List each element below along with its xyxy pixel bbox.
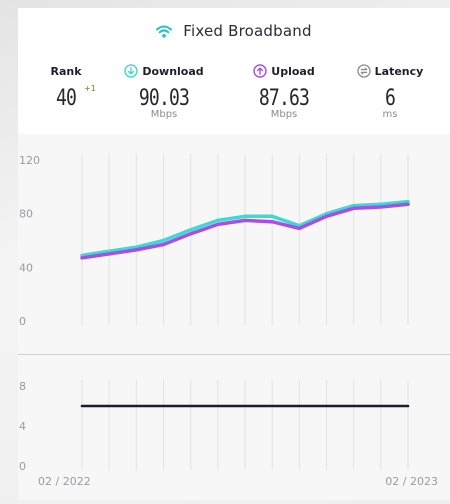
speed-chart-grid — [81, 154, 409, 325]
y-tick-label: 80 — [19, 208, 33, 221]
y-tick-label: 120 — [19, 154, 40, 167]
y-tick-label: 4 — [19, 420, 26, 433]
latency-chart-grid — [81, 380, 409, 470]
fixed-broadband-widget: Fixed Broadband Rank 40 +1 Download 90.0… — [18, 8, 450, 500]
y-tick-label: 0 — [19, 460, 26, 473]
chart-divider — [18, 354, 450, 355]
x-axis-labels: 02 / 2022 02 / 2023 — [38, 475, 438, 488]
x-tick-label: 02 / 2022 — [38, 475, 91, 488]
y-tick-label: 8 — [19, 380, 26, 393]
speed-charts: 12080400 840 02 / 2022 02 / 2023 — [19, 154, 438, 488]
x-tick-label: 02 / 2023 — [385, 475, 438, 488]
latency-chart-y-axis: 8 4 0 — [19, 380, 26, 473]
y-tick-label: 0 — [19, 315, 26, 328]
y-tick-label: 40 — [19, 261, 33, 274]
speed-chart-y-axis: 120 80 40 0 — [19, 154, 40, 328]
